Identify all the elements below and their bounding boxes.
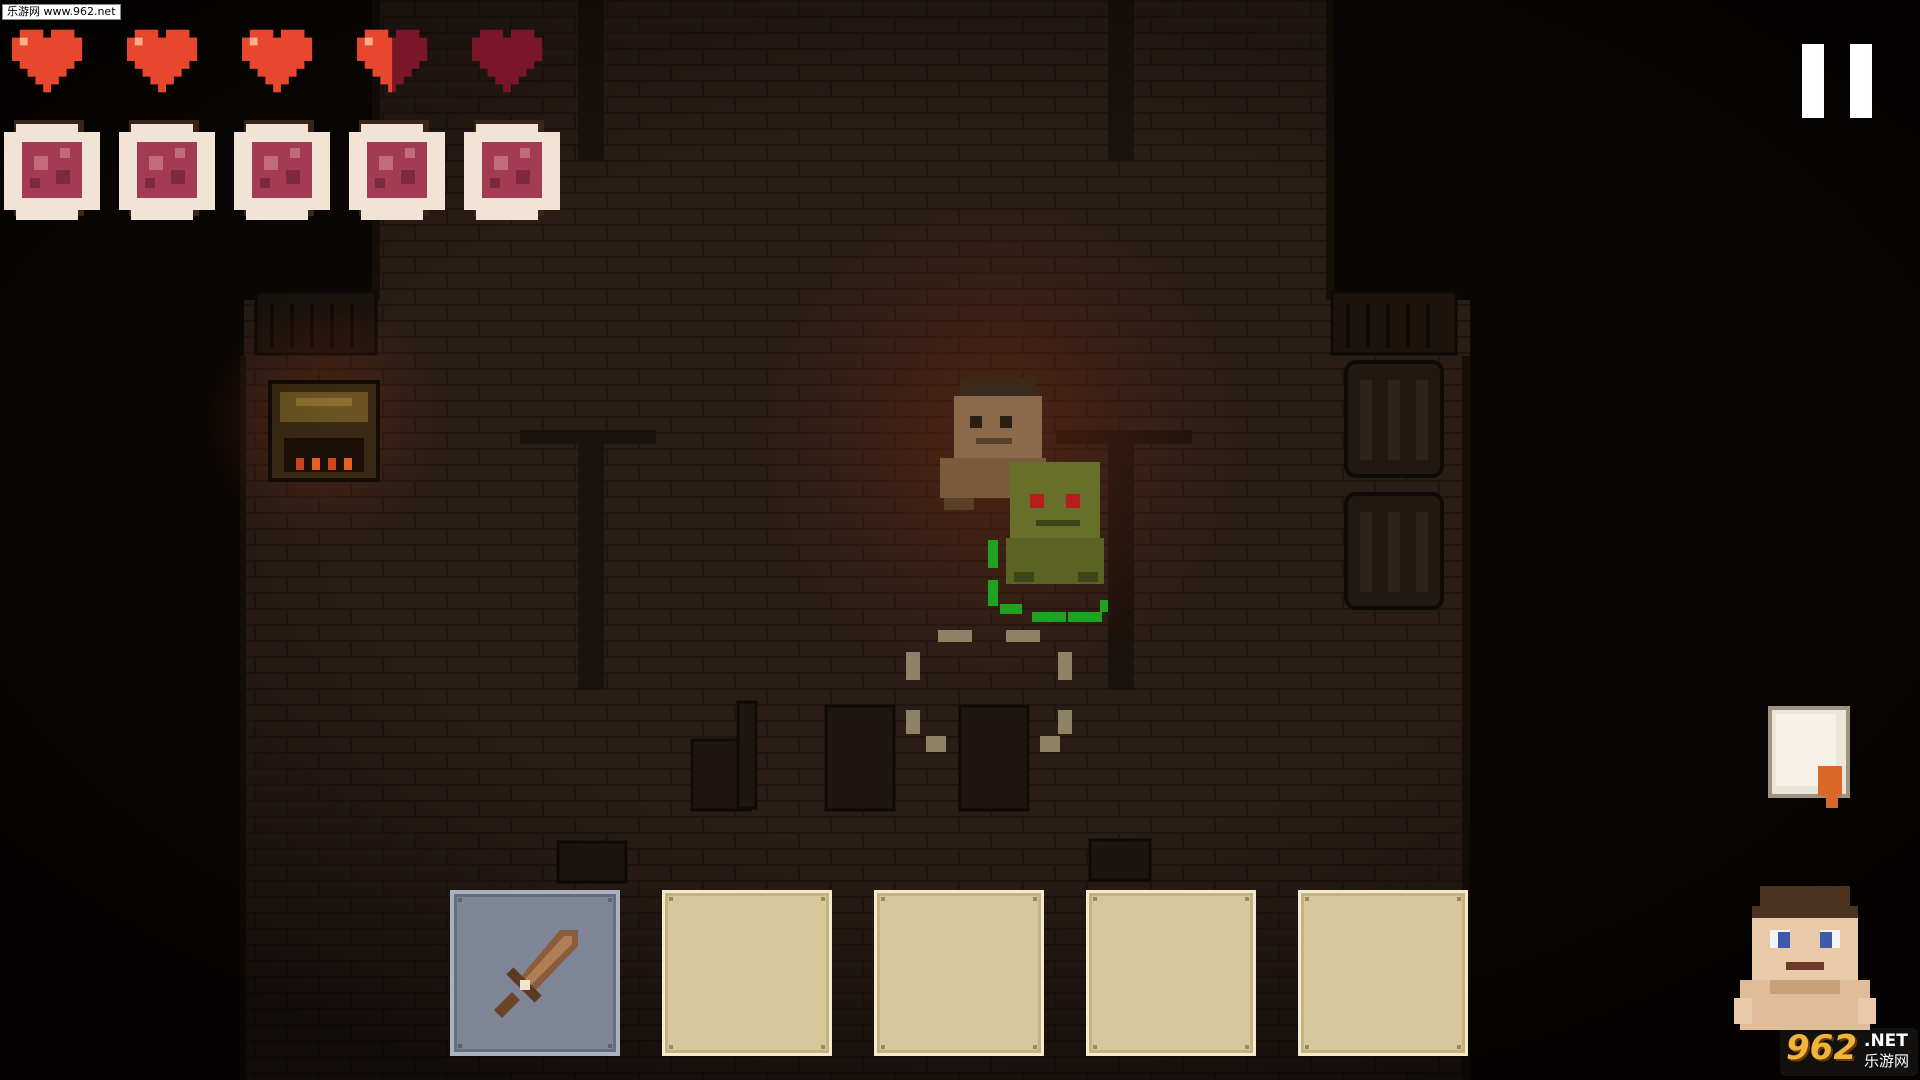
food-icon xyxy=(234,120,330,220)
food-icon xyxy=(349,120,445,220)
sword-icon xyxy=(494,930,578,1018)
pause-button[interactable] xyxy=(1800,44,1876,120)
pause-icon-bar-right xyxy=(1850,44,1872,118)
health-hearts xyxy=(8,18,568,98)
hotbar-slot-5[interactable] xyxy=(1298,890,1468,1056)
player-portrait[interactable] xyxy=(1730,880,1880,1040)
heart-icon xyxy=(242,29,313,93)
food-icon xyxy=(119,120,215,220)
watermark-main: 962 xyxy=(1786,1028,1857,1068)
hunger-meter xyxy=(0,116,580,232)
watermark-sub: 乐游网 xyxy=(1864,1052,1910,1070)
watermark-962-logo: 962 .NET 乐游网 xyxy=(1780,1028,1918,1076)
watermark-net: .NET xyxy=(1864,1031,1908,1051)
hotbar-slot-2[interactable] xyxy=(662,890,832,1056)
hotbar-slot-3[interactable] xyxy=(874,890,1044,1056)
hearts-svg xyxy=(12,29,543,93)
note-page-icon xyxy=(1768,706,1850,808)
hotbar xyxy=(450,890,1474,1060)
heart-icon xyxy=(12,29,83,93)
food-svg xyxy=(4,120,560,220)
heart-icon xyxy=(472,29,543,93)
heart-icon xyxy=(127,29,198,93)
heart-icon xyxy=(357,29,428,93)
notes-button[interactable] xyxy=(1768,706,1852,812)
food-icon xyxy=(4,120,100,220)
hotbar-slot-4[interactable] xyxy=(1086,890,1256,1056)
hotbar-slot-1[interactable] xyxy=(450,890,620,1056)
player-portrait-icon xyxy=(1734,886,1876,1030)
food-icon xyxy=(464,120,560,220)
pause-icon xyxy=(1802,44,1824,118)
